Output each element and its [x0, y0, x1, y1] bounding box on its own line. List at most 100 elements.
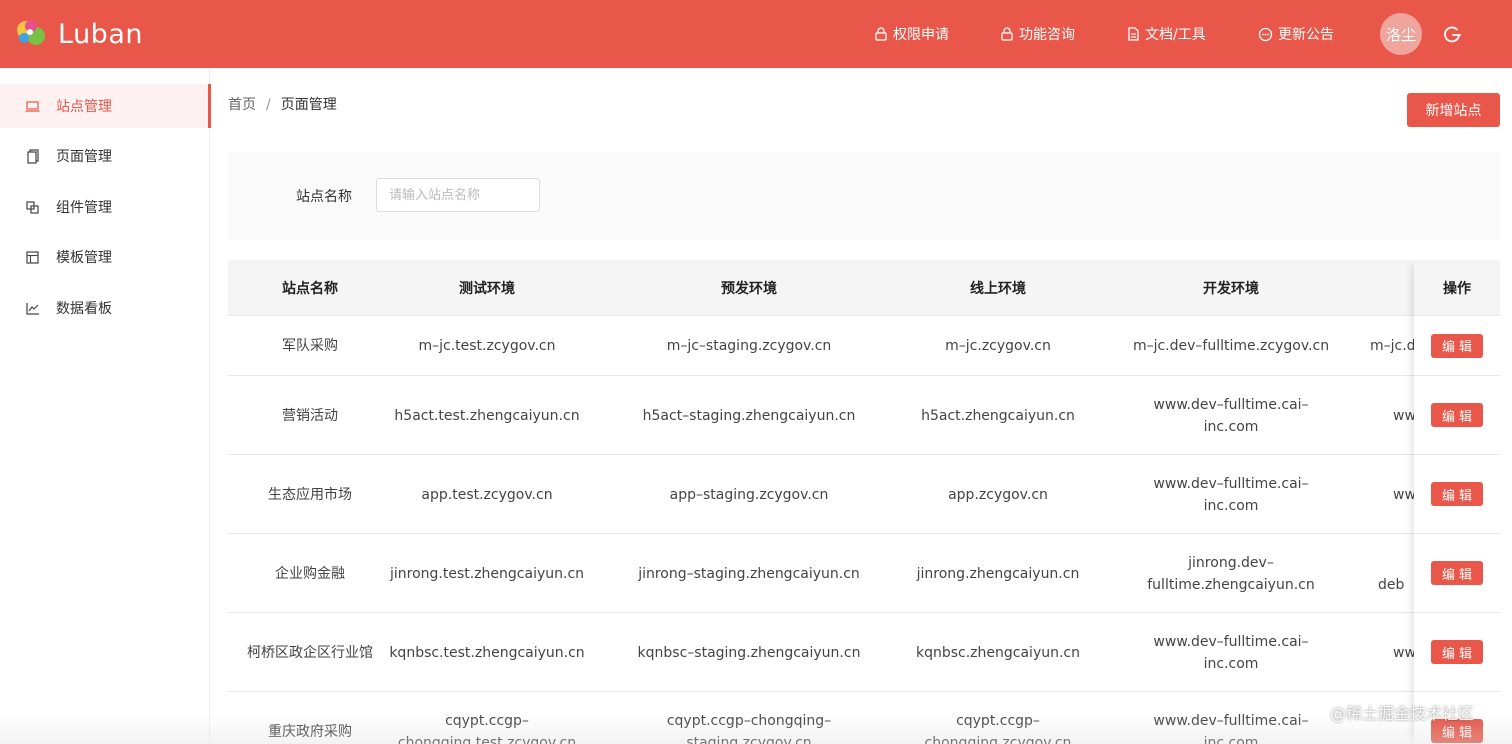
fixed-operation-column: 操作 编辑 编辑 编辑 编辑 编辑 编辑: [1414, 260, 1500, 744]
table-header: 站点名称 测试环境 预发环境 线上环境 开发环境: [228, 260, 1500, 316]
cell-test-env: kqnbsc.test.zhengcaiyun.cn: [389, 644, 585, 661]
sidebar: 站点管理 页面管理 组件管理 模板管理 数据看板: [0, 68, 211, 744]
operation-cell: 编辑: [1414, 316, 1500, 376]
breadcrumb: 首页 / 页面管理: [228, 94, 337, 114]
cell-dev-env: www.dev–fulltime.cai–inc.com: [1153, 475, 1309, 514]
cell-online-env: cqypt.ccgp–chongqing.zcygov.cn: [924, 712, 1072, 744]
nav-feature-consult[interactable]: 功能咨询: [1000, 0, 1075, 68]
logo-text: Luban: [58, 18, 143, 50]
column-header: 预发环境: [721, 281, 777, 297]
nav-label: 权限申请: [893, 27, 949, 43]
table-row: 柯桥区政企区行业馆 kqnbsc.test.zhengcaiyun.cn kqn…: [228, 613, 1500, 692]
nav-label: 文档/工具: [1145, 27, 1206, 43]
cell-dev-env: www.dev–fulltime.cai–inc.com: [1153, 633, 1309, 672]
site-name-input[interactable]: [376, 178, 540, 212]
operation-cell: 编辑: [1414, 534, 1500, 613]
top-header: Luban 权限申请 功能咨询 文档/工具 更新公告 洛尘: [0, 0, 1512, 68]
cell-online-env: h5act.zhengcaiyun.cn: [921, 407, 1075, 424]
column-header: 站点名称: [282, 281, 338, 297]
sidebar-item-components[interactable]: 组件管理: [0, 185, 210, 229]
cell-staging-env: cqypt.ccgp–chongqing–staging.zcygov.cn: [666, 712, 832, 744]
cell-site-name: 营销活动: [282, 407, 338, 424]
sidebar-item-sites[interactable]: 站点管理: [0, 84, 211, 128]
lock-icon: [875, 27, 887, 41]
logout-icon[interactable]: [1443, 25, 1463, 45]
column-header: 开发环境: [1203, 281, 1259, 297]
nav-update-notice[interactable]: 更新公告: [1258, 0, 1334, 68]
sidebar-item-pages[interactable]: 页面管理: [0, 134, 210, 178]
new-site-button[interactable]: 新增站点: [1407, 93, 1500, 127]
breadcrumb-home[interactable]: 首页: [228, 97, 256, 113]
user-name: 洛尘: [1385, 25, 1416, 44]
cell-staging-env: h5act–staging.zhengcaiyun.cn: [642, 407, 856, 424]
chart-icon: [26, 302, 39, 315]
site-name-label: 站点名称: [296, 189, 352, 205]
table-row: 生态应用市场 app.test.zcygov.cn app–staging.zc…: [228, 455, 1500, 534]
cell-dev-env: www.dev–fulltime.cai–inc.com: [1153, 712, 1309, 744]
table-row: 营销活动 h5act.test.zhengcaiyun.cn h5act–sta…: [228, 376, 1500, 455]
cell-test-env: m–jc.test.zcygov.cn: [418, 338, 556, 354]
luban-logo-icon: [14, 16, 50, 52]
user-avatar[interactable]: 洛尘: [1380, 13, 1422, 55]
edit-button[interactable]: 编辑: [1431, 561, 1483, 585]
cell-extra-env: m–jc.d: [1370, 338, 1416, 354]
cell-online-env: app.zcygov.cn: [948, 486, 1048, 503]
watermark-text: @稀土掘金技术社区: [1330, 704, 1475, 723]
cell-site-name: 军队采购: [282, 338, 338, 354]
lock-icon: [1001, 27, 1013, 41]
cell-staging-env: m–jc–staging.zcygov.cn: [666, 338, 832, 354]
cell-staging-env: kqnbsc–staging.zhengcaiyun.cn: [637, 644, 861, 661]
cell-online-env: m–jc.zcygov.cn: [945, 338, 1051, 354]
sites-table: 站点名称 测试环境 预发环境 线上环境 开发环境 军队采购 m–jc.test.…: [228, 260, 1500, 744]
laptop-icon: [25, 100, 40, 112]
component-icon: [26, 200, 39, 214]
template-icon: [26, 250, 39, 264]
sidebar-item-label: 站点管理: [56, 99, 112, 115]
operation-cell: 编辑: [1414, 613, 1500, 692]
cell-test-env: app.test.zcygov.cn: [421, 486, 553, 503]
filter-panel: 站点名称: [228, 152, 1500, 240]
cell-staging-env: app–staging.zcygov.cn: [669, 486, 829, 503]
nav-docs-tools[interactable]: 文档/工具: [1126, 0, 1206, 68]
sidebar-item-label: 模板管理: [56, 250, 112, 266]
edit-button[interactable]: 编辑: [1431, 482, 1483, 506]
cell-site-name: 柯桥区政企区行业馆: [247, 644, 373, 661]
nav-label: 功能咨询: [1019, 27, 1075, 43]
table-row: 企业购金融 jinrong.test.zhengcaiyun.cn jinron…: [228, 534, 1500, 613]
cell-extra-env: deb: [1378, 576, 1405, 593]
operation-cell: 编辑: [1414, 455, 1500, 534]
edit-button[interactable]: 编辑: [1431, 403, 1483, 427]
cell-dev-env: jinrong.dev–fulltime.zhengcaiyun.cn: [1147, 554, 1315, 593]
operation-cell: 编辑: [1414, 376, 1500, 455]
edit-button[interactable]: 编辑: [1431, 333, 1483, 358]
sidebar-item-label: 数据看板: [56, 301, 112, 317]
document-icon: [1128, 27, 1139, 41]
column-header: 线上环境: [970, 281, 1026, 297]
nav-label: 更新公告: [1278, 27, 1334, 43]
nav-permission-apply[interactable]: 权限申请: [874, 0, 949, 68]
logo[interactable]: Luban: [14, 16, 143, 52]
edit-button[interactable]: 编辑: [1431, 640, 1483, 664]
cell-site-name: 企业购金融: [275, 565, 345, 582]
column-header: 测试环境: [459, 281, 515, 297]
breadcrumb-current: 页面管理: [280, 97, 337, 113]
cell-test-env: jinrong.test.zhengcaiyun.cn: [389, 565, 585, 582]
sidebar-item-label: 组件管理: [56, 200, 112, 216]
cell-online-env: kqnbsc.zhengcaiyun.cn: [915, 644, 1080, 661]
sidebar-item-templates[interactable]: 模板管理: [0, 235, 210, 279]
sidebar-item-dashboard[interactable]: 数据看板: [0, 286, 210, 330]
cell-test-env: cqypt.ccgp–chongqing.test.zcygov.cn: [397, 712, 577, 744]
cell-staging-env: jinrong–staging.zhengcaiyun.cn: [638, 565, 860, 582]
cell-site-name: 生态应用市场: [268, 486, 352, 503]
sidebar-item-label: 页面管理: [56, 149, 112, 165]
pages-icon: [27, 148, 39, 164]
cell-test-env: h5act.test.zhengcaiyun.cn: [394, 407, 580, 424]
cell-dev-env: www.dev–fulltime.cai–inc.com: [1153, 396, 1309, 435]
cell-dev-env: m–jc.dev–fulltime.zcygov.cn: [1132, 338, 1330, 354]
column-header: 操作: [1414, 260, 1500, 316]
cell-online-env: jinrong.zhengcaiyun.cn: [916, 565, 1080, 582]
chat-icon: [1258, 27, 1273, 41]
table-row: 军队采购 m–jc.test.zcygov.cn m–jc–staging.zc…: [228, 316, 1500, 376]
breadcrumb-separator: /: [266, 97, 271, 113]
table-row: 重庆政府采购 cqypt.ccgp–chongqing.test.zcygov.…: [228, 692, 1500, 744]
